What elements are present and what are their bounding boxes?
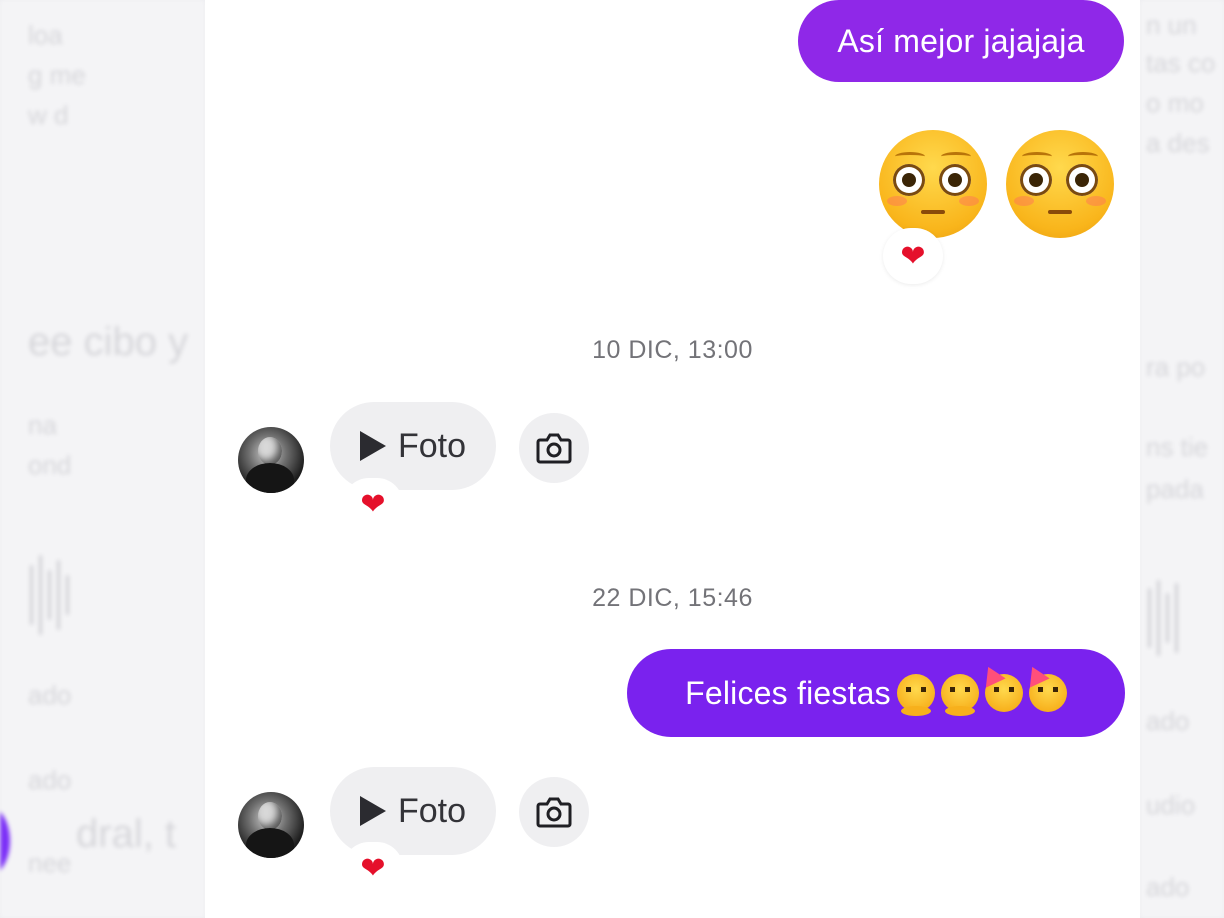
ghost-text: ado — [28, 680, 72, 710]
partying-face-icon — [984, 674, 1023, 712]
photo-label: Foto — [397, 791, 467, 830]
photo-label: Foto — [397, 426, 467, 465]
avatar[interactable] — [238, 427, 304, 493]
message-text: Así mejor jajajaja — [837, 22, 1085, 59]
view-photo-button[interactable]: Foto — [330, 767, 496, 855]
ghost-text: loa — [28, 20, 63, 50]
ghost-text: udio — [1146, 790, 1196, 820]
chat-thread[interactable]: Así mejor jajajaja ❤ 10 DIC, 13:00 Foto — [205, 0, 1140, 918]
melting-face-icon — [940, 674, 979, 716]
sent-message-bubble[interactable]: Así mejor jajajaja — [798, 0, 1124, 82]
ghost-text: pada — [1146, 474, 1204, 504]
ghost-text: ns tie — [1146, 432, 1209, 462]
audio-waveform — [30, 555, 69, 635]
heart-reaction-icon[interactable]: ❤ — [343, 842, 403, 894]
ghost-text: w d — [28, 100, 69, 130]
ghost-text: tas co — [1146, 48, 1216, 78]
sent-message-bubble[interactable]: Felices fiestas — [627, 649, 1125, 737]
ghost-text: ond — [28, 450, 72, 480]
ghost-text: ado — [1146, 872, 1190, 902]
background-right-panel: n un tas co o mo a des ra po ns tie pada… — [1140, 0, 1224, 918]
partying-face-icon — [1028, 674, 1067, 712]
flushed-face-icon — [1006, 130, 1114, 238]
avatar[interactable] — [238, 792, 304, 858]
ghost-text: na — [28, 410, 57, 440]
message-text: Felices fiestas — [685, 674, 891, 711]
ghost-text: ado — [28, 765, 72, 795]
play-icon — [359, 796, 386, 826]
ghost-text: o mo — [1146, 88, 1204, 118]
view-photo-button[interactable]: Foto — [330, 402, 496, 490]
ghost-text: nee — [28, 848, 72, 878]
background-left-panel: loa g me w d ee cibo y na ond ado ado dr… — [0, 0, 205, 918]
ghost-text: n un — [1146, 10, 1197, 40]
ghost-text: a des — [1146, 128, 1210, 158]
date-separator: 10 DIC, 13:00 — [592, 336, 753, 364]
ghost-text: ado — [1146, 706, 1190, 736]
ghost-text: ee cibo y — [28, 320, 189, 364]
date-separator: 22 DIC, 15:46 — [592, 584, 753, 612]
camera-icon[interactable] — [519, 777, 589, 847]
ghost-text: dral, t — [76, 812, 177, 856]
melting-face-icon — [896, 674, 935, 716]
accent-dot — [0, 806, 10, 876]
play-icon — [359, 431, 386, 461]
flushed-face-icon — [879, 130, 987, 238]
heart-reaction-icon[interactable]: ❤ — [343, 478, 403, 530]
ghost-text: ra po — [1146, 352, 1206, 382]
camera-icon[interactable] — [519, 413, 589, 483]
heart-reaction-icon[interactable]: ❤ — [883, 228, 943, 284]
audio-waveform — [1148, 580, 1178, 656]
ghost-text: g me — [28, 60, 86, 90]
